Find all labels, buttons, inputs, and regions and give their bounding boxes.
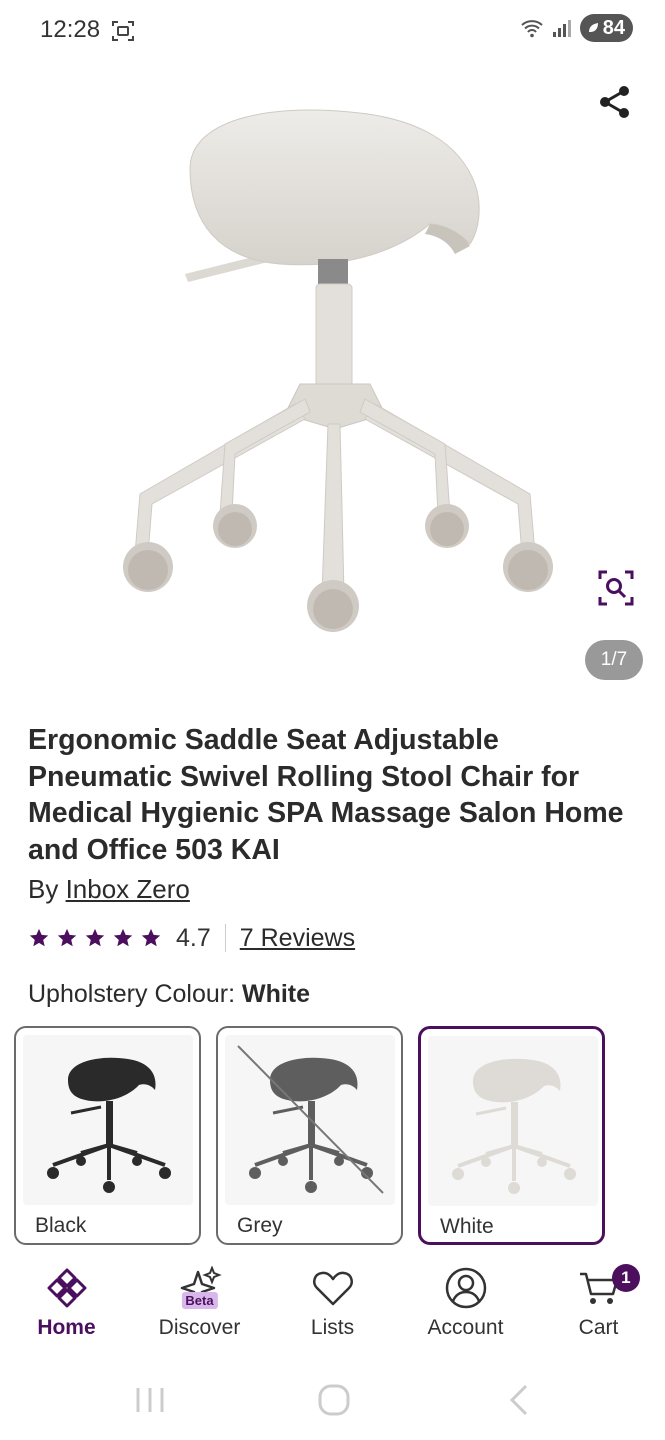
- reviews-link[interactable]: 7 Reviews: [240, 924, 355, 953]
- nav-label: Cart: [578, 1316, 619, 1339]
- swatch-label: Grey: [237, 1214, 283, 1237]
- swatch-white-image: [428, 1036, 598, 1206]
- nav-discover[interactable]: Beta Discover: [133, 1250, 266, 1350]
- product-title: Ergonomic Saddle Seat Adjustable Pneumat…: [28, 724, 624, 866]
- rating-value: 4.7: [176, 923, 211, 952]
- share-button[interactable]: [595, 82, 635, 122]
- battery-level: 84: [602, 16, 625, 39]
- option-label: Upholstery Colour: White: [28, 980, 310, 1009]
- nav-label: Account: [427, 1316, 504, 1339]
- home-button-icon[interactable]: [314, 1380, 354, 1420]
- swatch-label: White: [440, 1215, 494, 1238]
- swatch-grey[interactable]: Grey: [216, 1026, 403, 1245]
- nav-label: Lists: [310, 1316, 355, 1339]
- product-gallery[interactable]: 1/7: [0, 64, 665, 704]
- screenshot-icon: [112, 21, 134, 41]
- heart-icon: [312, 1271, 353, 1306]
- cart-count-badge: 1: [611, 1264, 640, 1292]
- rating-stars: [28, 927, 162, 949]
- swatch-black-image: [23, 1035, 193, 1205]
- option-name: Upholstery Colour:: [28, 980, 242, 1008]
- battery-indicator: 84: [579, 14, 633, 42]
- star-icon: [85, 928, 105, 947]
- status-bar: 12:28 84: [0, 0, 665, 64]
- brand-link[interactable]: Inbox Zero: [66, 874, 190, 904]
- share-icon: [600, 86, 629, 118]
- system-nav-bar: [0, 1360, 665, 1440]
- byline-prefix: By: [28, 874, 66, 904]
- swatch-label: Black: [35, 1214, 87, 1237]
- bottom-nav: Home Beta Discover Lists Account 1 Cart: [0, 1250, 665, 1350]
- battery-saver-icon: [588, 23, 598, 32]
- product-image[interactable]: [100, 84, 600, 644]
- star-icon: [113, 928, 133, 947]
- recent-apps-icon[interactable]: [130, 1380, 170, 1420]
- back-icon[interactable]: [500, 1380, 540, 1420]
- home-icon: [47, 1268, 86, 1308]
- nav-lists[interactable]: Lists: [266, 1250, 399, 1350]
- option-selected-value: White: [241, 980, 311, 1008]
- colour-swatches: Black Grey White: [14, 1026, 605, 1245]
- swatch-black[interactable]: Black: [14, 1026, 201, 1245]
- rating-divider: [224, 924, 226, 952]
- zoom-image-icon[interactable]: [597, 569, 635, 607]
- beta-badge: Beta: [181, 1292, 218, 1309]
- wifi-icon: [521, 20, 543, 38]
- rating-row: 4.7 7 Reviews: [28, 920, 355, 956]
- image-counter: 1/7: [585, 640, 643, 680]
- nav-label: Discover: [158, 1316, 241, 1339]
- account-icon: [445, 1267, 486, 1309]
- brand-byline: By Inbox Zero: [28, 874, 190, 905]
- status-time: 12:28: [40, 16, 101, 43]
- signal-icon: [552, 20, 571, 37]
- nav-label: Home: [37, 1316, 96, 1339]
- star-icon: [141, 928, 161, 947]
- swatch-white[interactable]: White: [418, 1026, 605, 1245]
- star-icon: [57, 928, 77, 947]
- swatch-grey-image: [225, 1035, 395, 1205]
- nav-home[interactable]: Home: [0, 1250, 133, 1350]
- star-icon: [29, 928, 49, 947]
- nav-account[interactable]: Account: [399, 1250, 532, 1350]
- nav-cart[interactable]: 1 Cart: [532, 1250, 665, 1350]
